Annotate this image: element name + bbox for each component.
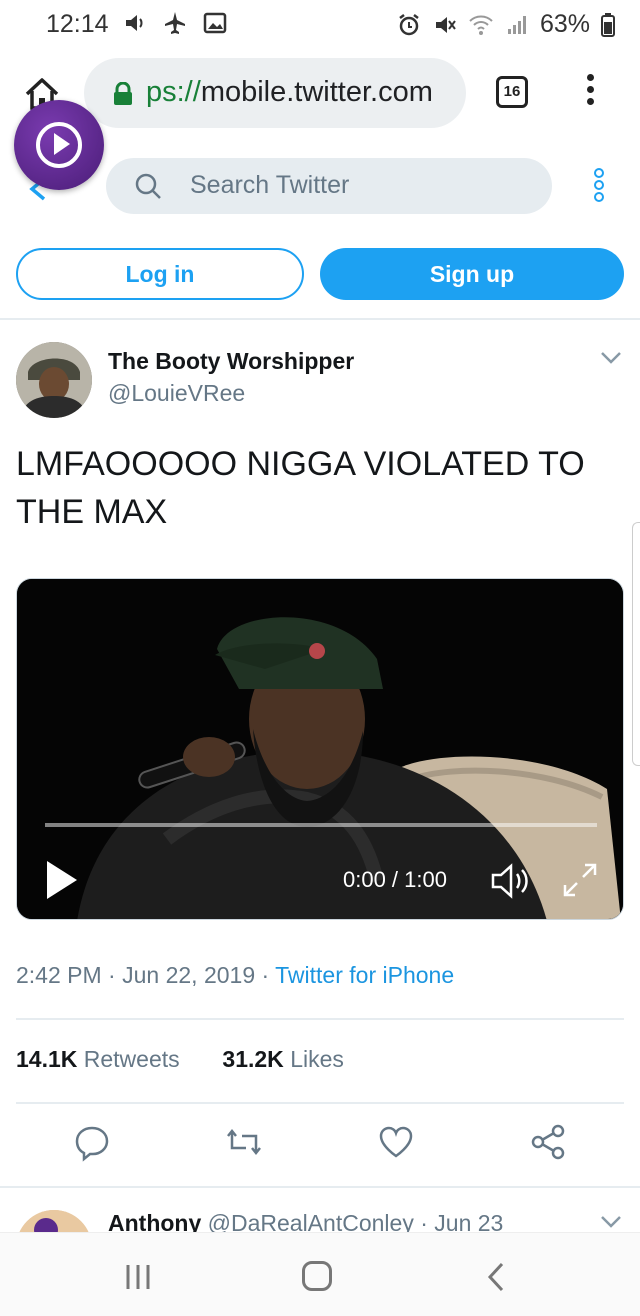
login-button[interactable]: Log in xyxy=(16,248,304,300)
scroll-indicator[interactable] xyxy=(632,522,640,766)
url-text: ps://mobile.twitter.com xyxy=(146,76,433,109)
more-options-icon[interactable] xyxy=(592,168,606,208)
video-time: 0:00 / 1:00 xyxy=(343,867,447,892)
floating-video-bubble[interactable] xyxy=(14,100,104,190)
browser-menu-icon[interactable] xyxy=(582,74,598,114)
search-input[interactable]: Search Twitter xyxy=(106,158,552,214)
gallery-icon xyxy=(203,12,227,34)
battery-icon xyxy=(601,12,615,37)
likes-count: 31.2K xyxy=(222,1046,284,1072)
recents-icon[interactable] xyxy=(124,1263,152,1291)
divider xyxy=(16,1018,624,1020)
likes-stat[interactable]: 31.2K Likes xyxy=(222,1046,343,1072)
divider xyxy=(0,1186,640,1188)
avatar-image xyxy=(16,342,92,418)
home-button-icon[interactable] xyxy=(302,1261,332,1291)
tweet-source-link[interactable]: Twitter for iPhone xyxy=(275,962,454,988)
url-scheme: ps:// xyxy=(146,76,201,108)
video-player[interactable]: 0:00 / 1:00 xyxy=(16,578,624,920)
avatar[interactable] xyxy=(16,342,92,418)
search-icon xyxy=(135,173,161,199)
lock-icon xyxy=(114,82,132,105)
tweet-actions xyxy=(0,1122,640,1166)
divider xyxy=(16,1102,624,1104)
reply-icon[interactable] xyxy=(72,1122,112,1162)
address-bar[interactable]: ps://mobile.twitter.com xyxy=(84,58,466,128)
like-icon[interactable] xyxy=(376,1122,416,1162)
divider xyxy=(0,318,640,320)
chevron-down-icon[interactable] xyxy=(600,1214,622,1230)
tweet-display-name[interactable]: The Booty Worshipper xyxy=(108,348,354,375)
battery-percent: 63% xyxy=(539,10,590,38)
system-nav-bar xyxy=(0,1232,640,1316)
mute-icon xyxy=(435,16,456,33)
volume-icon[interactable] xyxy=(489,861,535,901)
signup-button[interactable]: Sign up xyxy=(320,248,624,300)
meta-separator: · xyxy=(108,962,123,988)
video-progress-bar[interactable] xyxy=(45,823,597,827)
back-icon[interactable] xyxy=(484,1261,508,1293)
volume-icon xyxy=(126,15,143,31)
share-icon[interactable] xyxy=(528,1122,568,1162)
tweet-meta: 2:42 PM · Jun 22, 2019 · Twitter for iPh… xyxy=(16,962,454,989)
fullscreen-icon[interactable] xyxy=(559,859,601,901)
retweets-label: Retweets xyxy=(83,1046,180,1072)
tab-switcher-button[interactable]: 16 xyxy=(496,76,528,108)
wifi-icon xyxy=(469,15,493,35)
search-placeholder: Search Twitter xyxy=(190,171,350,199)
retweets-stat[interactable]: 14.1K Retweets xyxy=(16,1046,180,1072)
meta-separator: · xyxy=(261,962,276,988)
airplane-off-icon xyxy=(165,12,185,34)
tweet-text: LMFAOOOOO NIGGA VIOLATED TO THE MAX xyxy=(16,445,585,531)
retweets-count: 14.1K xyxy=(16,1046,78,1072)
retweet-icon[interactable] xyxy=(224,1122,264,1162)
status-bar: 12:14 63% xyxy=(0,0,640,48)
alarm-icon xyxy=(399,13,419,35)
tweet-handle[interactable]: @LouieVRee xyxy=(108,380,245,407)
chevron-down-icon[interactable] xyxy=(600,350,622,366)
url-host: mobile.twitter.com xyxy=(200,76,433,108)
signal-icon xyxy=(507,15,526,34)
play-icon[interactable] xyxy=(47,861,77,899)
status-time: 12:14 xyxy=(46,10,109,38)
tweet-date: Jun 22, 2019 xyxy=(122,962,256,988)
tweet-stats: 14.1K Retweets 31.2K Likes xyxy=(16,1046,344,1073)
tweet-time: 2:42 PM xyxy=(16,962,102,988)
likes-label: Likes xyxy=(290,1046,344,1072)
